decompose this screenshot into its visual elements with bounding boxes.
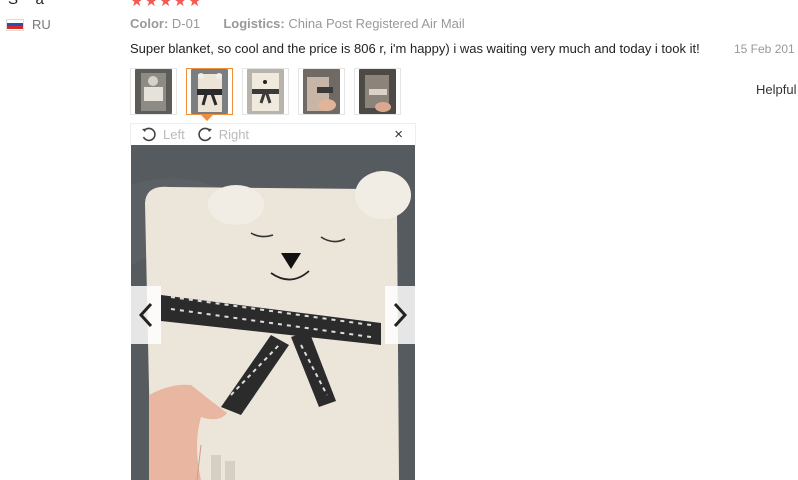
review-text: Super blanket, so cool and the price is …: [130, 41, 700, 56]
next-image-button[interactable]: [385, 286, 415, 344]
thumbnail-image: [247, 69, 284, 114]
rotate-left-button[interactable]: Left: [141, 127, 185, 143]
thumbnail-image: [135, 69, 172, 114]
reviewer-name: S***a: [8, 0, 44, 8]
thumbnail-5[interactable]: [354, 68, 401, 115]
thumbnail-image: [303, 69, 340, 114]
logistics-label: Logistics:: [223, 16, 285, 31]
chevron-right-icon: [393, 302, 408, 328]
rotate-right-button[interactable]: Right: [197, 127, 249, 143]
reviewer-country: RU: [6, 17, 51, 32]
helpful-label[interactable]: Helpful: [756, 82, 796, 97]
active-thumbnail-pointer: [201, 115, 213, 121]
order-meta: Color: D-01 Logistics: China Post Regist…: [130, 16, 465, 31]
star-icon: ★: [187, 0, 202, 10]
country-code: RU: [32, 17, 51, 32]
thumbnail-3[interactable]: [242, 68, 289, 115]
color-value: D-01: [171, 16, 201, 31]
thumbnail-2[interactable]: [186, 68, 233, 115]
star-icon: ★: [173, 0, 187, 10]
russia-flag-icon: [6, 18, 24, 31]
previous-image-button[interactable]: [131, 286, 161, 344]
rotate-left-icon: [142, 127, 156, 141]
close-icon[interactable]: ×: [394, 126, 403, 143]
thumbnail-image: [191, 69, 228, 114]
review-date: 15 Feb 201: [734, 42, 795, 56]
thumbnail-image: [359, 69, 396, 114]
chevron-left-icon: [138, 302, 153, 328]
rating-stars: ★ ★ ★ ★ ★: [130, 0, 201, 9]
image-viewer-toolbar: Left Right ×: [130, 123, 416, 145]
color-label: Color:: [130, 16, 169, 31]
thumbnail-strip: [130, 68, 401, 115]
logistics-value: China Post Registered Air Mail: [288, 16, 465, 31]
rotate-right-icon: [197, 127, 212, 141]
bear-blanket-photo: [131, 145, 415, 480]
star-icon: ★: [158, 0, 173, 10]
thumbnail-1[interactable]: [130, 68, 177, 115]
star-icon: ★: [144, 0, 158, 10]
review-photo: [131, 145, 415, 480]
rotate-left-label: Left: [163, 127, 185, 142]
thumbnail-4[interactable]: [298, 68, 345, 115]
star-icon: ★: [130, 0, 144, 10]
rotate-right-label: Right: [218, 127, 250, 142]
